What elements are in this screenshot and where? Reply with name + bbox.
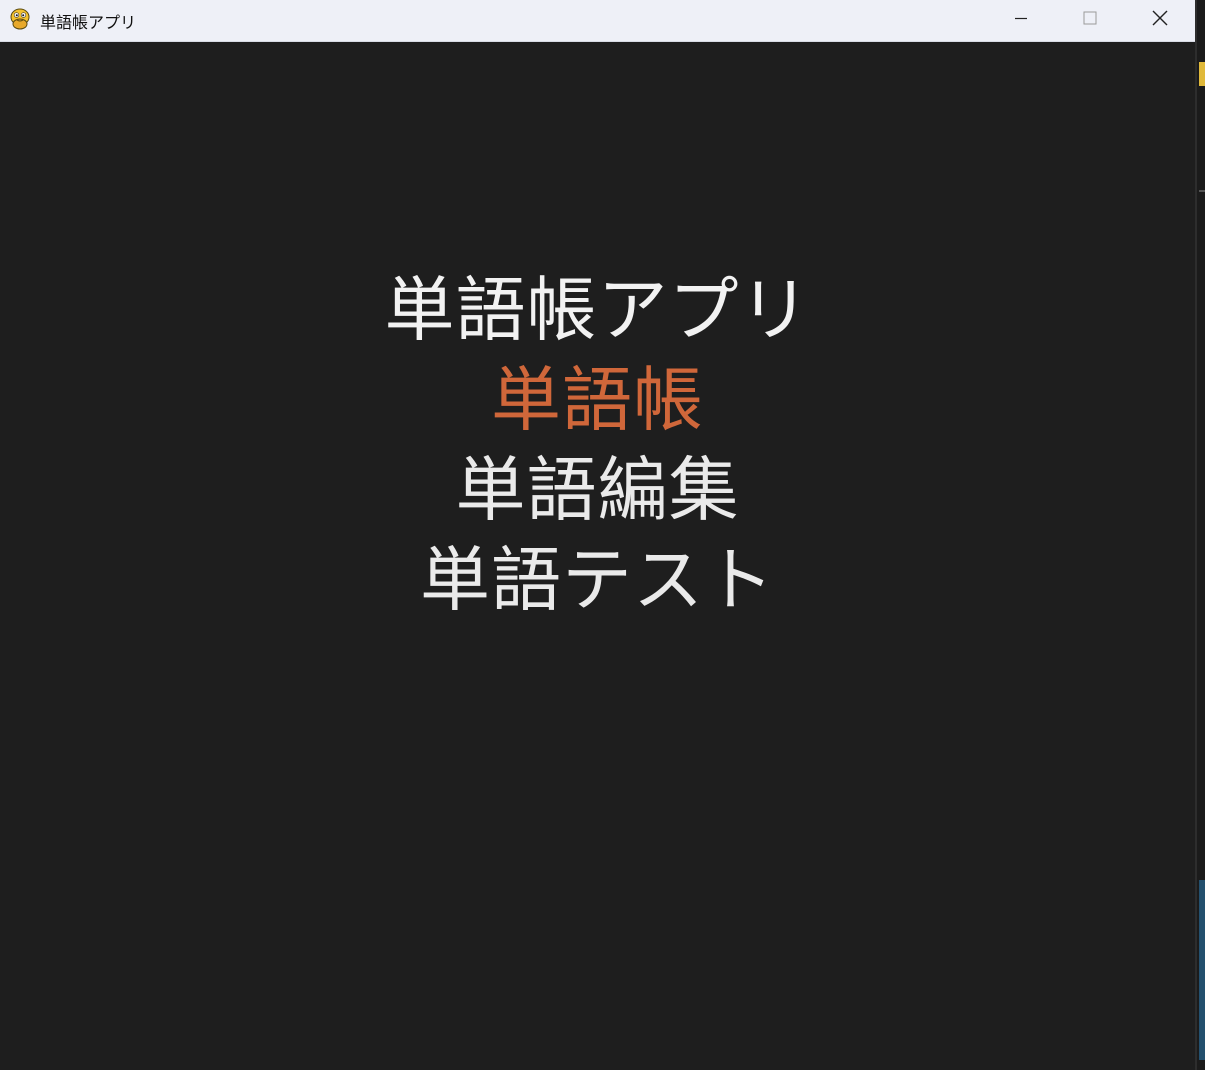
maximize-icon <box>1082 10 1098 30</box>
maximize-button[interactable] <box>1055 0 1125 40</box>
background-panel <box>1199 880 1205 1060</box>
background-divider <box>1199 190 1205 192</box>
menu-item-word-test[interactable]: 単語テスト <box>0 540 1195 620</box>
menu-item-vocabulary[interactable]: 単語帳 <box>0 360 1195 440</box>
title-bar[interactable]: 単語帳アプリ <box>0 0 1195 42</box>
minimize-button[interactable] <box>986 0 1056 40</box>
background-window-edge <box>1195 0 1205 1070</box>
app-window: 単語帳アプリ 単語帳アプリ 単語帳 単語編集 単語テスト <box>0 0 1195 1070</box>
close-button[interactable] <box>1125 0 1195 40</box>
python-snake-icon <box>8 7 32 31</box>
main-canvas: 単語帳アプリ 単語帳 単語編集 単語テスト <box>0 42 1195 1070</box>
window-title: 単語帳アプリ <box>40 13 137 32</box>
background-app-icon <box>1199 62 1205 86</box>
minimize-icon <box>1013 10 1029 30</box>
close-icon <box>1151 9 1169 31</box>
app-heading: 単語帳アプリ <box>384 269 811 351</box>
menu-item-edit-words[interactable]: 単語編集 <box>0 450 1195 530</box>
